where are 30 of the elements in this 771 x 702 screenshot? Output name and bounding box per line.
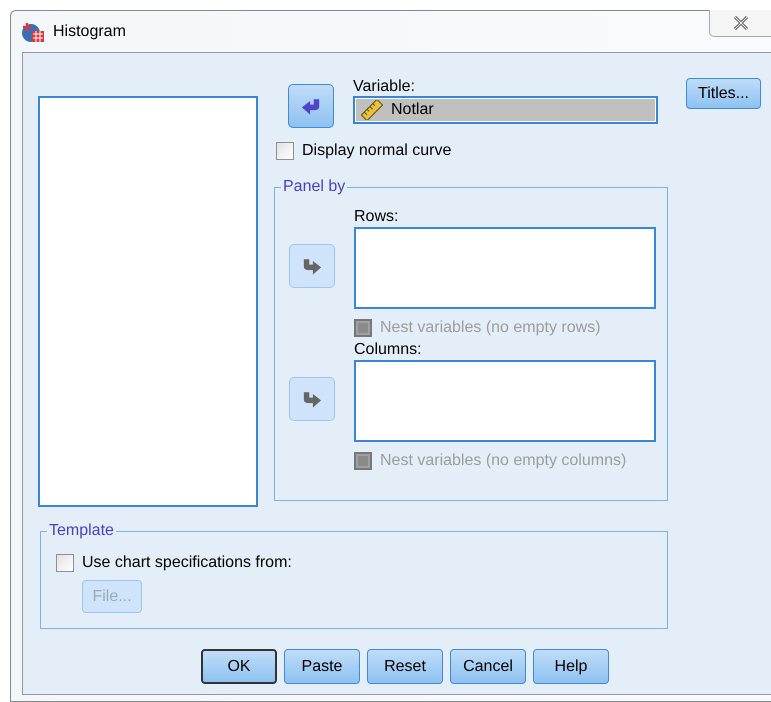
variable-box[interactable] — [354, 360, 656, 442]
group-title: Panel by — [281, 177, 348, 197]
dialog-button[interactable]: Help — [533, 649, 609, 684]
variable-box[interactable] — [354, 227, 656, 309]
checkbox-label: Display normal curve — [302, 142, 452, 160]
checkbox-label: Nest variables (no empty columns) — [380, 452, 626, 470]
arrow-icon — [302, 390, 322, 408]
checkbox[interactable] — [276, 142, 294, 160]
field-label: Variable: — [353, 78, 416, 96]
variable-field[interactable]: Notlar — [353, 96, 658, 124]
dialog-button[interactable]: Paste — [284, 649, 360, 684]
field-label: Rows: — [354, 208, 400, 226]
window-title: Histogram — [53, 22, 126, 40]
arrow-icon — [302, 256, 322, 276]
titles-button[interactable]: Titles... — [686, 78, 761, 109]
dialog-button[interactable]: Cancel — [450, 649, 526, 684]
field-label: Columns: — [354, 341, 423, 359]
checkbox[interactable] — [56, 554, 74, 572]
app-icon — [21, 20, 45, 42]
dialog-button[interactable]: OK — [201, 649, 277, 684]
checkbox-label: Nest variables (no empty rows) — [380, 319, 601, 337]
move-button[interactable] — [288, 84, 334, 128]
checkbox-label: Use chart specifications from: — [82, 554, 292, 572]
arrow-icon — [301, 96, 321, 116]
close-icon — [732, 16, 748, 30]
variable-list[interactable] — [38, 96, 258, 507]
dialog-button[interactable]: Reset — [367, 649, 443, 684]
field-value: Notlar — [391, 101, 434, 119]
group-title: Template — [47, 521, 116, 541]
close-button[interactable] — [709, 10, 771, 37]
